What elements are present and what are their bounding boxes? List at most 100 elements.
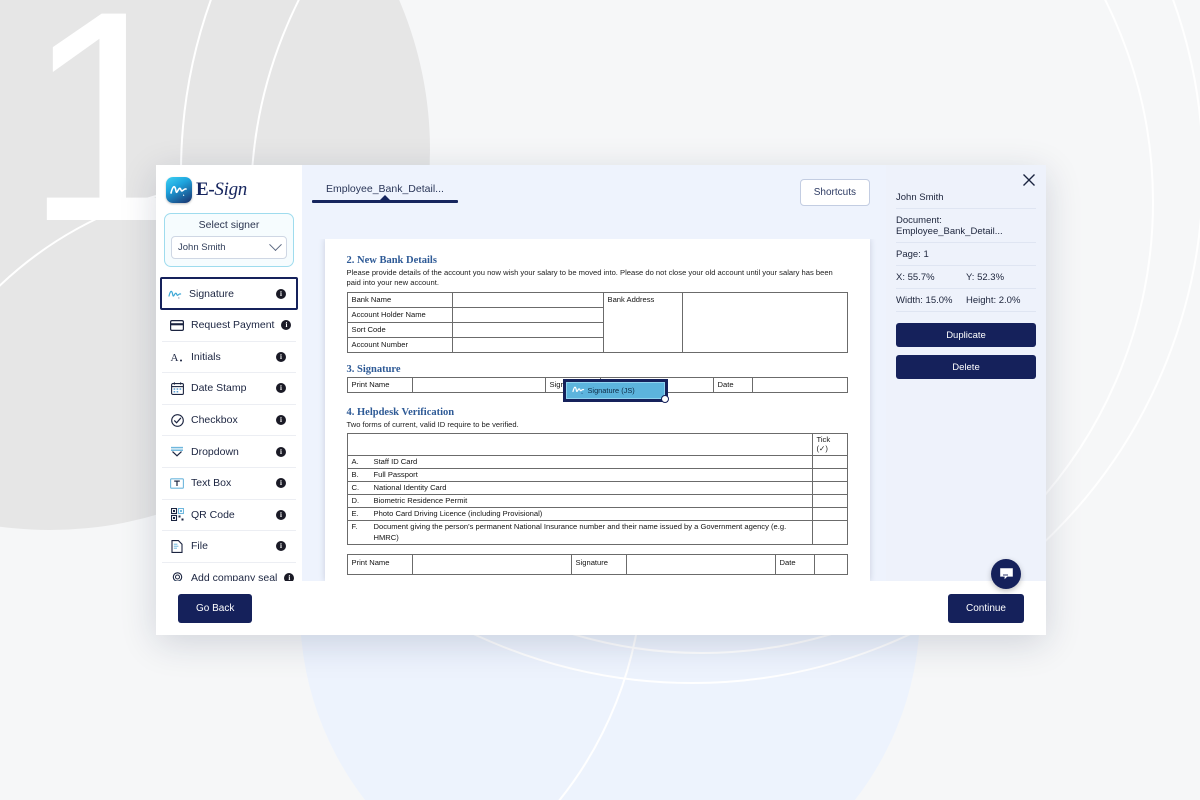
sidebar-item-request-payment[interactable]: Request Payment i — [162, 310, 296, 342]
item-index: A. — [346, 454, 370, 469]
property-x: X: 55.7% — [896, 272, 935, 283]
sidebar-item-text-box[interactable]: Text Box i — [162, 468, 296, 500]
sidebar-item-file[interactable]: File i — [162, 531, 296, 563]
tab-employee-bank-details[interactable]: Employee_Bank_Detail... — [312, 183, 458, 205]
select-signer-label: Select signer — [198, 219, 260, 231]
file-icon — [170, 539, 184, 553]
property-size: Width: 15.0% Height: 2.0% — [896, 289, 1036, 312]
info-icon[interactable]: i — [276, 288, 286, 299]
tick-cell[interactable] — [811, 467, 848, 482]
signature-value[interactable] — [625, 554, 776, 576]
placed-signature-field[interactable]: Signature (JS) — [562, 379, 669, 403]
tick-header-line2: (✓) — [816, 443, 828, 453]
placed-signature-field-body[interactable]: Signature (JS) — [565, 382, 665, 399]
item-index: C. — [346, 480, 370, 495]
tick-column-header: Tick (✓) — [811, 433, 848, 456]
tab-caret-icon — [379, 195, 390, 200]
table-row: E. Photo Card Driving Licence (including… — [346, 506, 848, 521]
info-icon[interactable]: i — [276, 509, 286, 520]
table-row: D. Biometric Residence Permit — [346, 493, 848, 508]
signature-label: Signature — [570, 554, 627, 576]
sidebar-item-label: Request Payment — [191, 319, 275, 332]
qr-code-icon — [170, 508, 184, 522]
signer-select-value: John Smith — [178, 242, 226, 253]
table-row: F. Document giving the person’s permanen… — [346, 519, 848, 546]
helpdesk-verification-table: Tick (✓) A. Staff ID Card B. Full Passpo… — [346, 433, 848, 546]
signer-select[interactable]: John Smith — [171, 236, 287, 259]
property-width: Width: 15.0% — [896, 295, 953, 306]
text-box-icon — [170, 476, 184, 490]
date-value[interactable] — [751, 376, 848, 393]
account-holder-name-label: Account Holder Name — [346, 306, 453, 323]
info-icon[interactable]: i — [276, 541, 286, 552]
chat-bubble-icon[interactable] — [991, 559, 1021, 589]
go-back-button[interactable]: Go Back — [178, 593, 253, 623]
placed-signature-field-label: Signature (JS) — [587, 386, 635, 395]
info-icon[interactable]: i — [276, 383, 286, 394]
property-height: Height: 2.0% — [966, 295, 1021, 306]
account-holder-name-value[interactable] — [451, 306, 604, 323]
document-scroll-area[interactable]: 2. New Bank Details Please provide detai… — [302, 239, 886, 581]
print-name-value[interactable] — [411, 554, 572, 576]
continue-button[interactable]: Continue — [947, 593, 1024, 623]
account-number-value[interactable] — [451, 336, 604, 353]
print-name-value[interactable] — [411, 376, 546, 393]
sidebar-item-checkbox[interactable]: Checkbox i — [162, 405, 296, 437]
sidebar-item-qr-code[interactable]: QR Code i — [162, 500, 296, 532]
tick-cell[interactable] — [811, 480, 848, 495]
tick-cell[interactable] — [811, 506, 848, 521]
section-4-paragraph: Two forms of current, valid ID require t… — [346, 419, 519, 429]
tick-header-line1: Tick — [816, 434, 831, 444]
info-icon[interactable]: i — [284, 573, 295, 581]
date-value[interactable] — [813, 554, 848, 576]
close-icon[interactable] — [1022, 173, 1036, 187]
print-name-label: Print Name — [346, 376, 413, 393]
tick-cell[interactable] — [811, 454, 848, 469]
table-row: Bank Name Bank Address — [346, 291, 848, 353]
sidebar-item-add-company-seal[interactable]: Add company seal i — [162, 563, 296, 581]
section-2-heading: 2. New Bank Details — [346, 255, 437, 266]
sidebar-item-label: Dropdown — [191, 445, 239, 458]
svg-text:A: A — [171, 352, 179, 363]
property-page: Page: 1 — [896, 243, 1036, 266]
table-row: Tick (✓) — [346, 433, 848, 456]
dropdown-icon — [170, 445, 184, 459]
item-text: Staff ID Card — [369, 454, 813, 469]
item-text: Biometric Residence Permit — [369, 493, 813, 508]
shortcuts-button[interactable]: Shortcuts — [799, 179, 870, 206]
seal-icon — [170, 571, 184, 581]
item-text: Full Passport — [369, 467, 813, 482]
document-page[interactable]: 2. New Bank Details Please provide detai… — [324, 239, 870, 581]
sidebar-item-signature[interactable]: Signature i — [160, 277, 298, 310]
table-row: Print Name Signature Date — [346, 554, 848, 576]
bank-address-value[interactable] — [681, 291, 848, 353]
chevron-down-icon — [269, 238, 282, 252]
sidebar-item-dropdown[interactable]: Dropdown i — [162, 436, 296, 468]
info-icon[interactable]: i — [276, 478, 286, 489]
app-footer: Go Back Continue — [156, 559, 1046, 635]
item-index: F. — [346, 519, 370, 546]
brand-logo: E-Sign — [156, 165, 302, 211]
tools-sidebar: E-Sign Select signer John Smith Signatur… — [156, 165, 302, 581]
resize-handle[interactable] — [660, 395, 669, 403]
sidebar-item-initials[interactable]: A Initials i — [162, 342, 296, 374]
sidebar-item-label: Initials — [191, 350, 221, 363]
sidebar-item-date-stamp[interactable]: Date Stamp i — [162, 373, 296, 405]
card-icon — [170, 318, 184, 332]
item-text: Document giving the person’s permanent N… — [369, 519, 813, 546]
bank-name-value[interactable] — [451, 291, 604, 308]
tick-cell[interactable] — [811, 519, 848, 546]
esign-app-window: E-Sign Select signer John Smith Signatur… — [156, 165, 1046, 635]
info-icon[interactable]: i — [276, 446, 286, 457]
duplicate-button[interactable]: Duplicate — [896, 323, 1036, 347]
sort-code-value[interactable] — [451, 321, 604, 338]
tick-cell[interactable] — [811, 493, 848, 508]
info-icon[interactable]: i — [276, 351, 286, 362]
info-icon[interactable]: i — [281, 320, 292, 331]
signature-icon — [168, 287, 182, 301]
tool-list: Signature i Request Payment i A Initials… — [156, 277, 302, 581]
info-icon[interactable]: i — [276, 415, 286, 426]
letter-a-icon: A — [170, 350, 184, 364]
date-label: Date — [774, 554, 815, 576]
delete-button[interactable]: Delete — [896, 355, 1036, 379]
